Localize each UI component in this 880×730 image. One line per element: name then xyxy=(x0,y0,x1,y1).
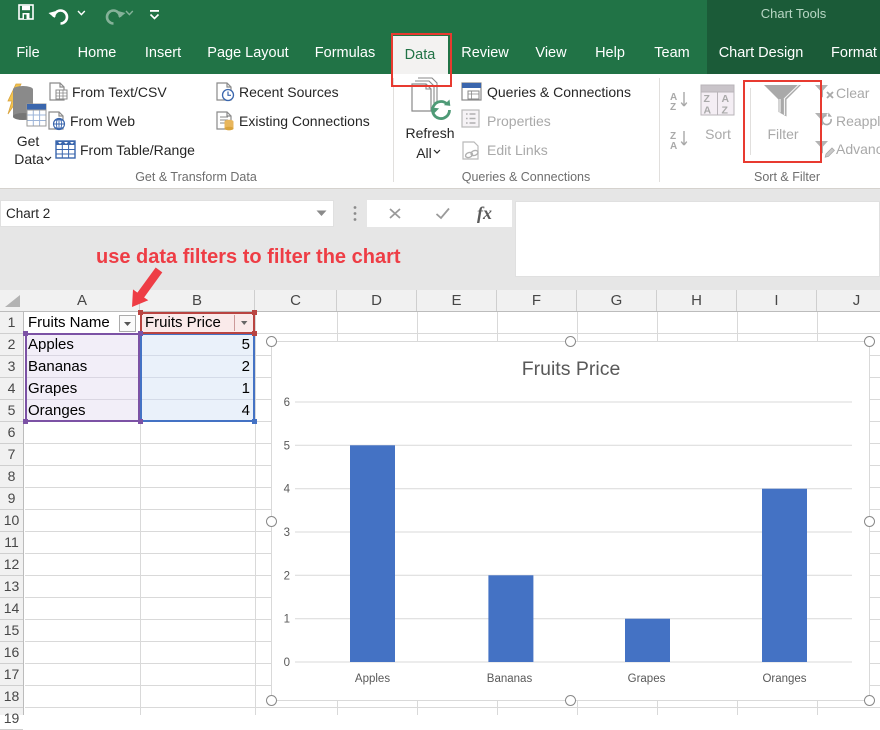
svg-text:Grapes: Grapes xyxy=(628,673,666,685)
svg-text:3: 3 xyxy=(284,527,290,539)
svg-text:A: A xyxy=(670,141,677,152)
svg-text:0: 0 xyxy=(284,657,290,669)
svg-text:Oranges: Oranges xyxy=(762,673,806,685)
svg-text:Z: Z xyxy=(704,93,711,105)
svg-text:Z: Z xyxy=(722,105,729,117)
svg-text:Apples: Apples xyxy=(355,673,390,685)
svg-text:4: 4 xyxy=(284,484,291,496)
svg-text:1: 1 xyxy=(284,614,290,626)
svg-text:A: A xyxy=(704,105,712,117)
svg-text:2: 2 xyxy=(284,570,290,582)
svg-text:A: A xyxy=(722,93,730,105)
svg-text:6: 6 xyxy=(284,397,290,409)
svg-text:Fruits Price: Fruits Price xyxy=(522,358,621,380)
svg-text:Z: Z xyxy=(670,102,676,113)
svg-text:5: 5 xyxy=(284,440,290,452)
svg-text:Bananas: Bananas xyxy=(487,673,533,685)
